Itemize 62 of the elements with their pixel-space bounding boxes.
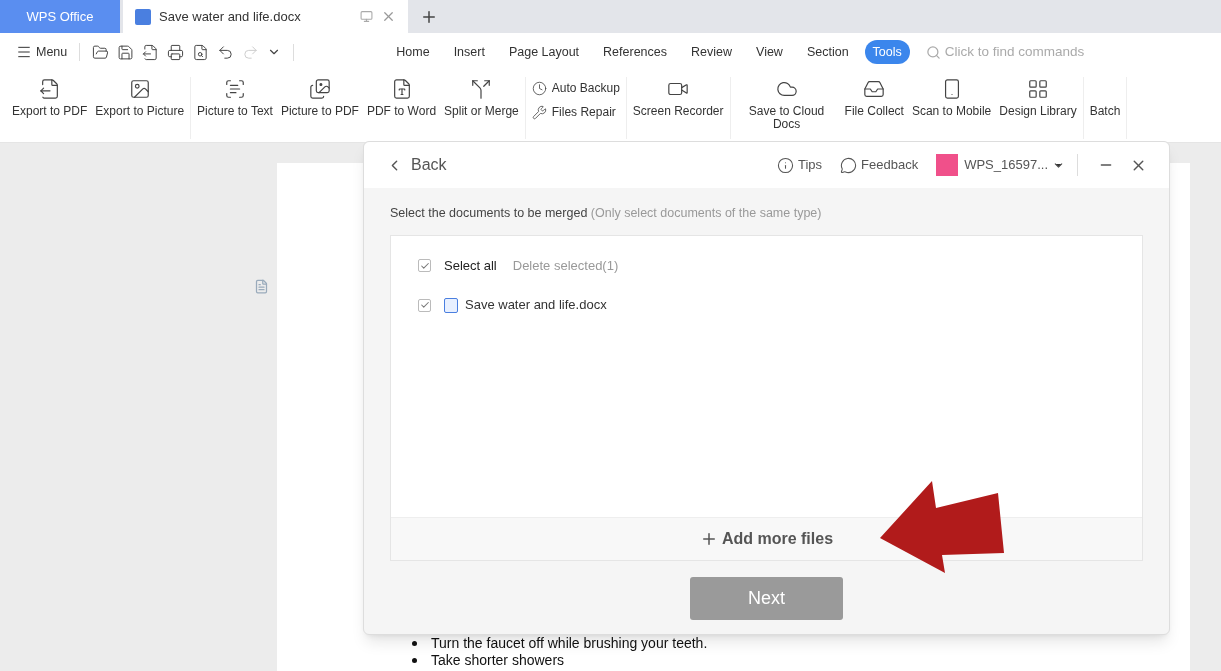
info-icon	[777, 156, 794, 174]
clock-icon	[531, 80, 547, 96]
select-all-label[interactable]: Select all	[444, 255, 497, 276]
wrench-icon	[531, 104, 547, 120]
bullet-text: Take shorter showers	[431, 651, 565, 670]
ribbon-tab[interactable]: Home	[388, 39, 438, 65]
checkbox[interactable]	[418, 298, 431, 312]
ribbon-tab[interactable]: Insert	[445, 39, 493, 65]
ribbon-button[interactable]: Save to Cloud Docs	[736, 77, 837, 131]
ribbon-tab[interactable]: Tools	[864, 39, 910, 65]
ribbon-button[interactable]: Picture to Text	[197, 77, 273, 118]
ribbon-tab[interactable]: Review	[683, 39, 741, 65]
ribbon-tab[interactable]: View	[748, 39, 791, 65]
ribbon-tab[interactable]: Page Layout	[500, 39, 588, 65]
ribbon-button[interactable]: Batch	[1089, 77, 1121, 118]
ribbon-button[interactable]: Screen Recorder	[632, 77, 724, 118]
ribbon-button[interactable]: Design Library	[999, 77, 1077, 118]
picture-document-icon	[308, 78, 331, 100]
grid-icon	[1027, 78, 1049, 100]
menu-icon	[16, 44, 32, 60]
bullet-icon	[412, 641, 417, 646]
ribbon-tab[interactable]: Section	[798, 39, 857, 65]
ribbon-button[interactable]: Split or Merge	[444, 77, 519, 118]
search-icon[interactable]	[925, 44, 941, 60]
tray-icon	[863, 78, 886, 100]
split-icon	[470, 78, 493, 100]
ribbon-button[interactable]: Picture to PDF	[280, 77, 359, 118]
bullet-text: Turn the faucet off while brushing your teeth.	[431, 634, 708, 653]
save-icon[interactable]	[117, 43, 135, 61]
print-icon[interactable]	[167, 43, 185, 61]
bullet-icon	[412, 658, 417, 663]
open-folder-icon[interactable]	[92, 43, 110, 61]
export-icon[interactable]	[142, 43, 160, 61]
ribbon-button[interactable]: Export to PDF	[12, 77, 88, 118]
preview-icon[interactable]	[192, 43, 210, 61]
undo-icon[interactable]	[217, 43, 235, 61]
feedback-button[interactable]: Feedback	[840, 155, 919, 175]
checkbox[interactable]	[418, 259, 431, 272]
monitor-icon[interactable]	[360, 10, 373, 23]
picture-text-icon	[224, 78, 246, 100]
back-button[interactable]: Back	[386, 153, 447, 177]
account-button[interactable]: WPS_16597...	[936, 154, 1078, 176]
speech-bubble-icon	[840, 156, 858, 174]
export-icon	[38, 78, 61, 100]
command-search-field[interactable]: Click to find commands	[944, 41, 1120, 63]
ribbon-button[interactable]: Export to Picture	[95, 77, 185, 118]
document-tab[interactable]: Save water and life.docx	[123, 0, 408, 33]
instruction-text: Select the documents to be merged (Only select documents of the same type)	[389, 205, 823, 222]
ribbon-button[interactable]: Files Repair	[531, 103, 620, 121]
tab-title: Save water and life.docx	[159, 7, 301, 26]
avatar-icon	[936, 154, 959, 176]
ribbon-button[interactable]: Auto Backup	[531, 79, 620, 97]
ribbon-button[interactable]: PDF to Word	[366, 77, 437, 118]
ribbon-button[interactable]: Scan to Mobile	[911, 77, 992, 118]
ribbon-button[interactable]: File Collect	[844, 77, 904, 118]
checkmark-icon	[419, 300, 430, 310]
picture-icon	[128, 78, 151, 100]
menu-button[interactable]: Menu	[16, 42, 81, 62]
tips-button[interactable]: Tips	[777, 155, 823, 175]
checkmark-icon	[419, 260, 430, 271]
ribbon-tab[interactable]: References	[595, 39, 676, 65]
file-name: Save water and life.docx	[465, 296, 607, 315]
